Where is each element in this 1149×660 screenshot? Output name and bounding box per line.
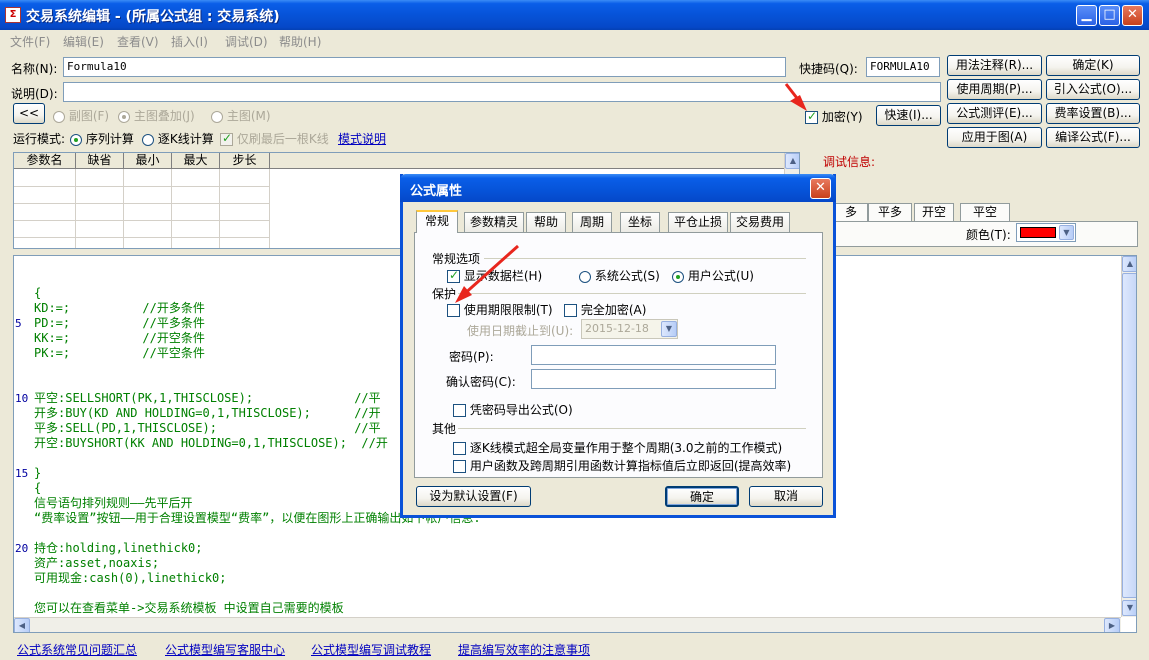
arrow-to-encrypt [784, 83, 807, 111]
annotation-arrows [455, 83, 807, 303]
arrow-to-date-limit [455, 244, 519, 303]
